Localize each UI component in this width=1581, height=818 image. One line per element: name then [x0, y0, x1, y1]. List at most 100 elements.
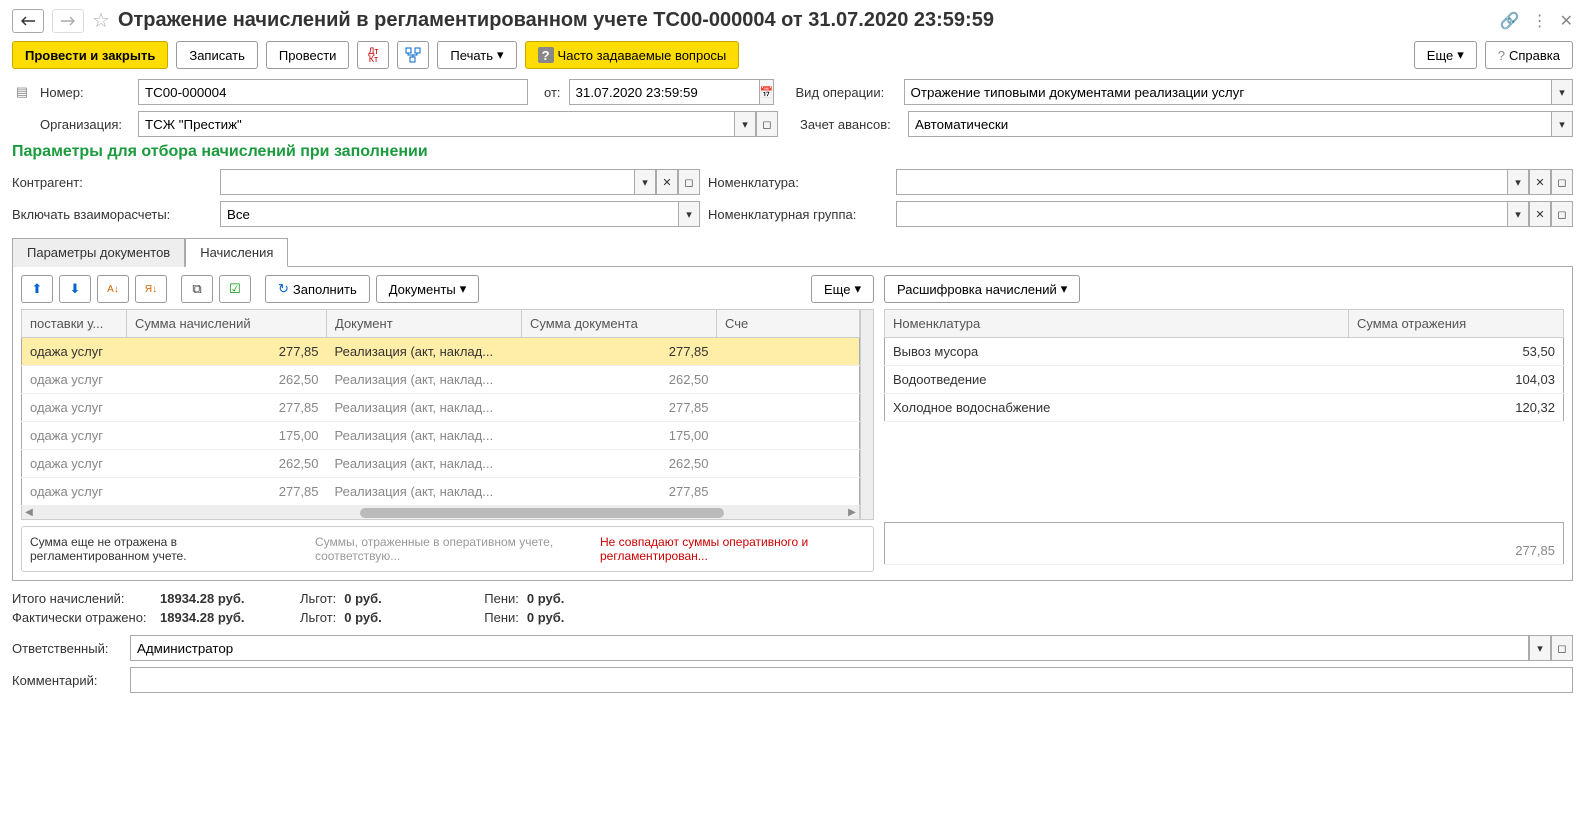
table-header[interactable]: Документ — [327, 310, 522, 338]
table-header[interactable]: поставки у... — [22, 310, 127, 338]
page-title: Отражение начислений в регламентированно… — [118, 9, 1492, 32]
advance-input[interactable] — [908, 111, 1551, 137]
arrow-right-icon — [61, 15, 75, 27]
responsible-input[interactable] — [130, 635, 1529, 661]
kebab-menu-icon[interactable]: ⋮ — [1532, 11, 1548, 31]
table-row[interactable]: Вывоз мусора53,50 — [885, 338, 1564, 366]
open-button[interactable]: ◻ — [1551, 635, 1573, 661]
dropdown-button[interactable]: ▾ — [678, 201, 700, 227]
document-icon: ▤ — [12, 84, 32, 100]
move-down-button[interactable]: ⬇ — [59, 275, 91, 303]
forward-button[interactable] — [52, 9, 84, 33]
table-row[interactable]: Водоотведение104,03 — [885, 366, 1564, 394]
tab-params[interactable]: Параметры документов — [12, 238, 185, 267]
op-type-input[interactable] — [904, 79, 1551, 105]
post-button[interactable]: Провести — [266, 41, 350, 69]
link-icon[interactable]: 🔗 — [1500, 11, 1520, 31]
vertical-scrollbar[interactable] — [860, 309, 874, 520]
post-close-button[interactable]: Провести и закрыть — [12, 41, 168, 69]
details-button[interactable]: Расшифровка начислений ▾ — [884, 275, 1080, 303]
table-header[interactable]: Номенклатура — [885, 310, 1349, 338]
question-icon: ? — [1498, 48, 1505, 63]
date-input[interactable] — [569, 79, 759, 105]
legend-unreflected: Сумма еще не отражена в регламентированн… — [30, 535, 295, 563]
documents-button[interactable]: Документы ▾ — [376, 275, 480, 303]
clear-button[interactable]: ✕ — [1529, 201, 1551, 227]
open-button[interactable]: ◻ — [1551, 169, 1573, 195]
sort-desc-button[interactable]: Я↓ — [135, 275, 167, 303]
dropdown-button[interactable]: ▾ — [634, 169, 656, 195]
table-row[interactable]: одажа услуг277,85Реализация (акт, наклад… — [22, 338, 860, 366]
horizontal-scrollbar[interactable]: ◀ ▶ — [21, 506, 860, 520]
counterparty-label: Контрагент: — [12, 175, 212, 190]
chevron-down-icon: ▾ — [854, 281, 861, 297]
tab-charges[interactable]: Начисления — [185, 238, 288, 267]
filter-header: Параметры для отбора начислений при запо… — [12, 143, 1573, 161]
clear-button[interactable]: ✕ — [656, 169, 678, 195]
copy-button[interactable]: ⧉ — [181, 275, 213, 303]
nomenclature-group-label: Номенклатурная группа: — [708, 207, 888, 222]
dropdown-button[interactable]: ▾ — [1507, 201, 1529, 227]
arrow-left-icon — [21, 15, 35, 27]
table-header[interactable]: Сче — [717, 310, 860, 338]
table-header[interactable]: Сумма документа — [522, 310, 717, 338]
open-button[interactable]: ◻ — [1551, 201, 1573, 227]
help-button[interactable]: ? Справка — [1485, 41, 1573, 69]
fill-button[interactable]: ↻ Заполнить — [265, 275, 370, 303]
dropdown-button[interactable]: ▾ — [1529, 635, 1551, 661]
check-icon: ☑ — [229, 281, 241, 297]
scroll-handle[interactable] — [360, 508, 724, 518]
save-button[interactable]: Записать — [176, 41, 258, 69]
move-up-button[interactable]: ⬆ — [21, 275, 53, 303]
close-icon[interactable]: ✕ — [1560, 11, 1573, 31]
totals-charges-value: 18934.28 руб. — [160, 591, 260, 606]
select-all-button[interactable]: ☑ — [219, 275, 251, 303]
dropdown-button[interactable]: ▾ — [1507, 169, 1529, 195]
counterparty-input[interactable] — [220, 169, 634, 195]
settlements-input[interactable] — [220, 201, 678, 227]
totals-penalty-label: Пени: — [484, 591, 519, 606]
table-row[interactable]: одажа услуг277,85Реализация (акт, наклад… — [22, 478, 860, 506]
calendar-button[interactable]: 📅 — [759, 79, 775, 105]
more-button[interactable]: Еще ▾ — [1414, 41, 1477, 69]
dropdown-button[interactable]: ▾ — [1551, 79, 1573, 105]
nomenclature-group-input[interactable] — [896, 201, 1507, 227]
clear-button[interactable]: ✕ — [1529, 169, 1551, 195]
op-type-label: Вид операции: — [796, 85, 896, 100]
dropdown-button[interactable]: ▾ — [734, 111, 756, 137]
table-row[interactable]: одажа услуг277,85Реализация (акт, наклад… — [22, 394, 860, 422]
nomenclature-input[interactable] — [896, 169, 1507, 195]
table-row[interactable]: одажа услуг262,50Реализация (акт, наклад… — [22, 366, 860, 394]
table-row[interactable]: одажа услуг262,50Реализация (акт, наклад… — [22, 450, 860, 478]
number-label: Номер: — [40, 85, 130, 100]
settlements-label: Включать взаиморасчеты: — [12, 207, 212, 222]
totals-penalty2-value: 0 руб. — [527, 610, 627, 625]
number-input[interactable] — [138, 79, 528, 105]
print-button[interactable]: Печать ▾ — [437, 41, 516, 69]
totals-reflected-value: 18934.28 руб. — [160, 610, 260, 625]
totals-penalty-value: 0 руб. — [527, 591, 627, 606]
arrow-down-icon: ⬇ — [70, 281, 81, 297]
sort-asc-button[interactable]: А↓ — [97, 275, 129, 303]
totals-benefits2-value: 0 руб. — [344, 610, 444, 625]
table-header[interactable]: Сумма начислений — [127, 310, 327, 338]
chevron-down-icon: ▾ — [460, 281, 467, 297]
chevron-down-icon: ▾ — [1457, 47, 1464, 63]
org-input[interactable] — [138, 111, 734, 137]
favorite-icon[interactable]: ☆ — [92, 8, 110, 33]
back-button[interactable] — [12, 9, 44, 33]
date-label: от: — [544, 85, 561, 100]
comment-input[interactable] — [130, 667, 1573, 693]
table-row[interactable]: Холодное водоснабжение120,32 — [885, 394, 1564, 422]
scroll-left-icon: ◀ — [22, 507, 36, 518]
open-button[interactable]: ◻ — [678, 169, 700, 195]
open-button[interactable]: ◻ — [756, 111, 778, 137]
dropdown-button[interactable]: ▾ — [1551, 111, 1573, 137]
table-header[interactable]: Сумма отражения — [1349, 310, 1564, 338]
legend-matched: Суммы, отраженные в оперативном учете, с… — [315, 535, 580, 563]
dtkt-button[interactable]: ДтКт — [357, 41, 389, 69]
faq-button[interactable]: ?Часто задаваемые вопросы — [525, 41, 740, 69]
structure-button[interactable] — [397, 41, 429, 69]
table-row[interactable]: одажа услуг175,00Реализация (акт, наклад… — [22, 422, 860, 450]
table-more-button[interactable]: Еще ▾ — [811, 275, 874, 303]
